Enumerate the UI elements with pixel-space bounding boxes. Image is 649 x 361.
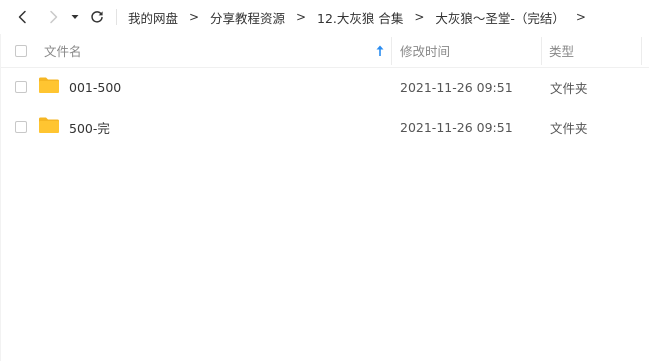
column-header-modified[interactable]: 修改时间 (400, 34, 450, 67)
breadcrumb-item-root[interactable]: 我的网盘 (121, 8, 185, 27)
caret-down-icon (71, 15, 79, 19)
select-all-checkbox[interactable] (15, 45, 27, 57)
breadcrumb-item-collection[interactable]: 12.大灰狼 合集 (310, 8, 410, 27)
table-row[interactable]: 500-完 2021-11-26 09:51 文件夹 (0, 107, 649, 147)
arrow-up-icon[interactable] (375, 45, 385, 57)
history-dropdown-button[interactable] (67, 7, 83, 27)
table-header: 文件名 修改时间 类型 (0, 34, 649, 68)
refresh-button[interactable] (87, 7, 107, 27)
chevron-right-icon (50, 10, 58, 24)
forward-button[interactable] (43, 7, 63, 27)
column-divider[interactable] (391, 37, 392, 65)
breadcrumb: 我的网盘 > 分享教程资源 > 12.大灰狼 合集 > 大灰狼～圣堂-（完结） … (121, 0, 590, 34)
back-button[interactable] (13, 7, 33, 27)
panel-border (0, 34, 1, 361)
column-divider[interactable] (641, 37, 642, 65)
breadcrumb-separator[interactable]: > (572, 10, 590, 24)
folder-icon (39, 117, 59, 133)
chevron-left-icon (18, 10, 26, 24)
file-name[interactable]: 500-完 (69, 107, 110, 147)
file-browser: 我的网盘 > 分享教程资源 > 12.大灰狼 合集 > 大灰狼～圣堂-（完结） … (0, 0, 649, 361)
column-divider[interactable] (541, 37, 542, 65)
breadcrumb-item-share[interactable]: 分享教程资源 (203, 8, 292, 27)
row-checkbox[interactable] (15, 121, 27, 133)
file-modified-time: 2021-11-26 09:51 (400, 79, 513, 95)
breadcrumb-separator: > (296, 10, 307, 24)
file-name[interactable]: 001-500 (69, 67, 121, 107)
toolbar: 我的网盘 > 分享教程资源 > 12.大灰狼 合集 > 大灰狼～圣堂-（完结） … (0, 0, 649, 34)
file-type: 文件夹 (550, 120, 588, 136)
folder-icon (39, 77, 59, 93)
toolbar-divider (116, 9, 117, 25)
breadcrumb-separator: > (188, 10, 200, 24)
breadcrumb-item-current[interactable]: 大灰狼～圣堂-（完结） (428, 8, 572, 27)
refresh-icon (91, 11, 103, 23)
row-checkbox[interactable] (15, 81, 27, 93)
column-header-type[interactable]: 类型 (549, 34, 574, 67)
column-header-name[interactable]: 文件名 (44, 34, 82, 67)
file-type: 文件夹 (550, 80, 588, 96)
file-modified-time: 2021-11-26 09:51 (400, 119, 513, 135)
table-row[interactable]: 001-500 2021-11-26 09:51 文件夹 (0, 67, 649, 107)
breadcrumb-separator: > (414, 10, 425, 24)
